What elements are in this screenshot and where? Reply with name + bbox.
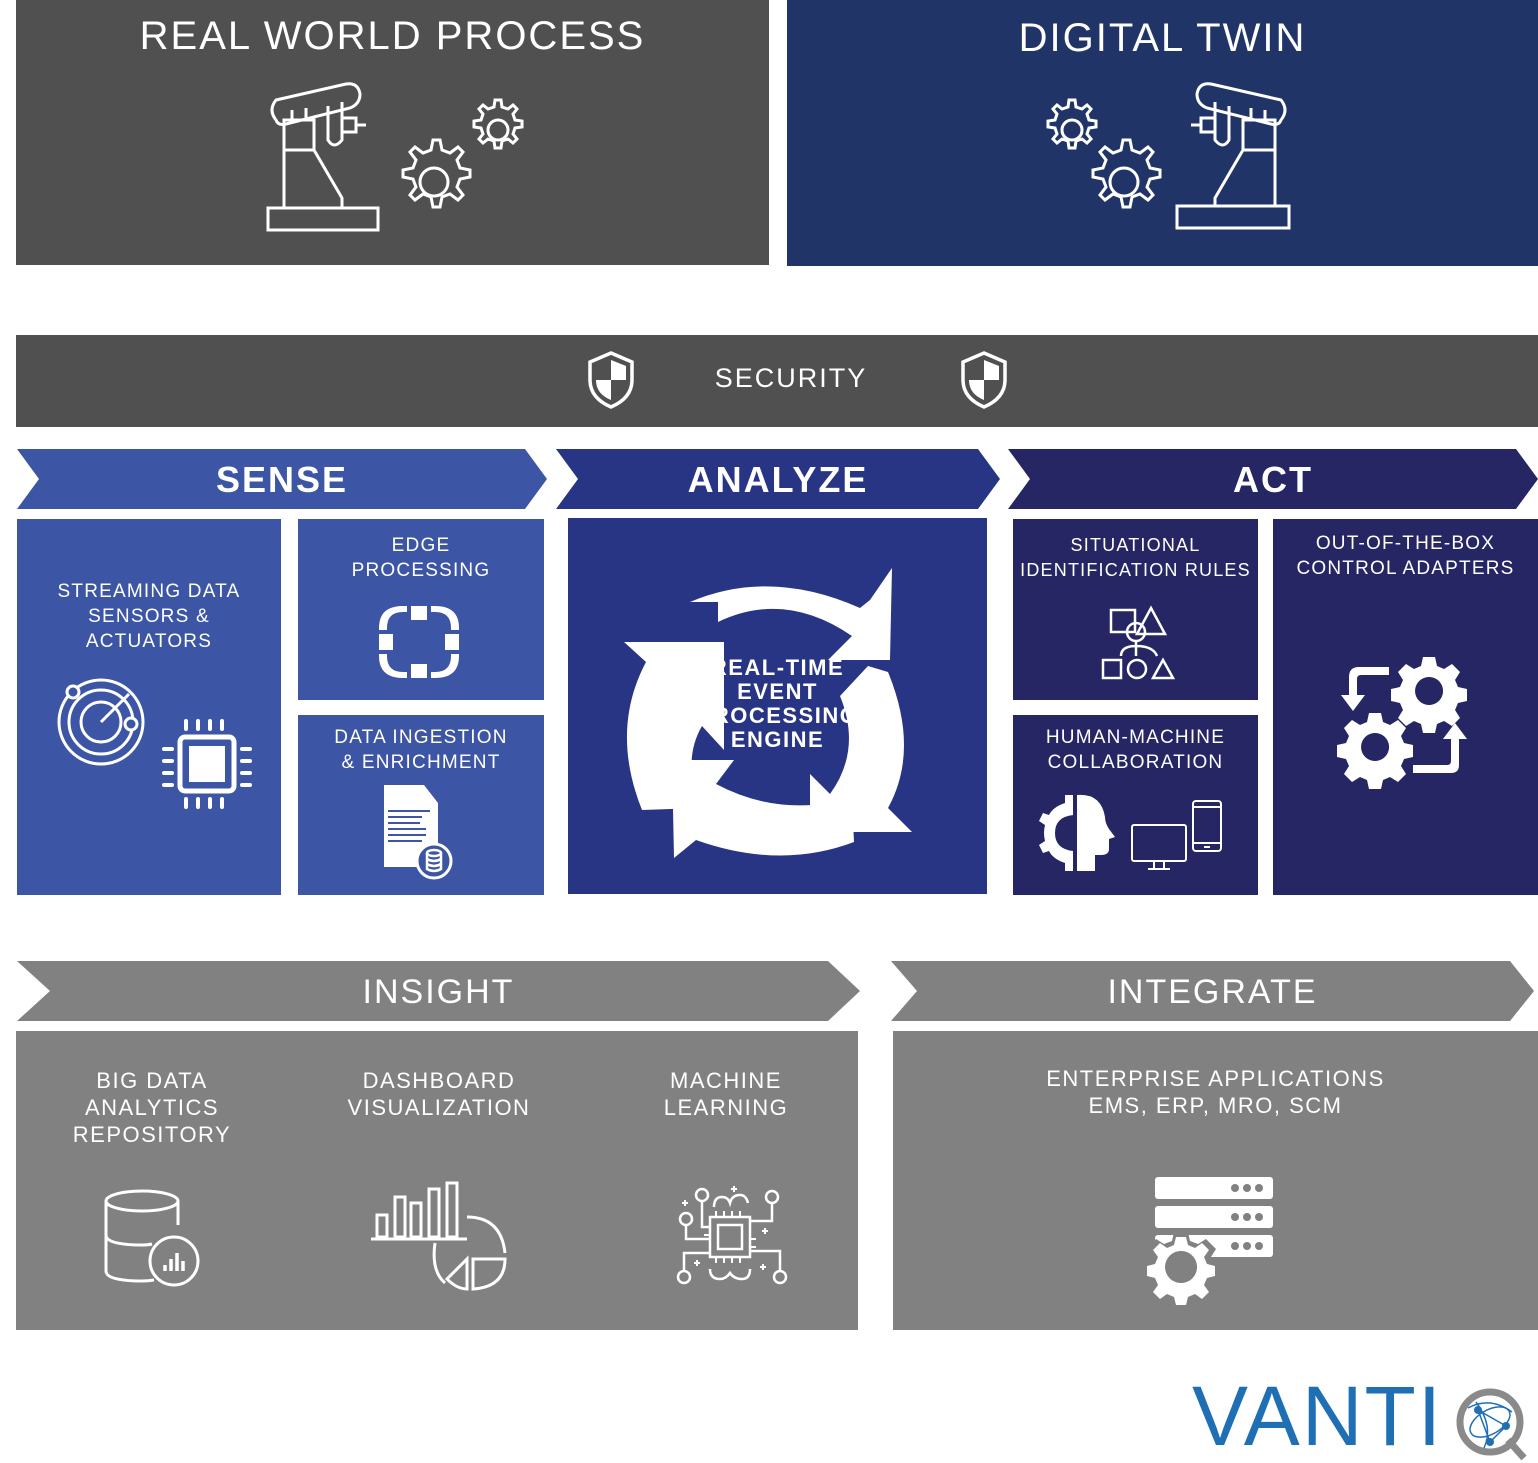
shield-icon xyxy=(961,351,1007,409)
tile-label-line: HUMAN-MACHINE xyxy=(1045,727,1226,748)
integrate-chevron: INTEGRATE xyxy=(891,961,1534,1021)
tile-label-line: & ENRICHMENT xyxy=(341,752,501,773)
real-world-process-panel: REAL WORLD PROCESS xyxy=(16,0,769,265)
tile-label-line: PROCESSING xyxy=(351,560,491,581)
ai-chip-icon xyxy=(676,1186,788,1285)
tile-label-line: SENSORS & xyxy=(88,606,210,627)
tile-label-line: CONTROL ADAPTERS xyxy=(1296,558,1515,579)
tile-label-line: DATA INGESTION xyxy=(334,727,508,748)
tile-label-line: DASHBOARD xyxy=(362,1068,516,1093)
gears-robot-arm-icon xyxy=(1046,82,1291,230)
tile-label-line: REPOSITORY xyxy=(72,1122,232,1147)
security-bar: SECURITY xyxy=(16,335,1538,427)
tile-label-line: COLLABORATION xyxy=(1047,752,1224,773)
tile-label-line: OUT-OF-THE-BOX xyxy=(1315,533,1496,554)
tile-label-line: BIG DATA xyxy=(96,1068,208,1093)
robot-arm-gears-icon xyxy=(266,82,524,232)
event-processing-engine-tile: REAL-TIME EVENT PROCESSING ENGINE xyxy=(568,518,987,894)
server-gear-icon xyxy=(1139,1177,1273,1316)
sense-chevron: SENSE xyxy=(17,449,547,509)
tile-label-line: EMS, ERP, MRO, SCM xyxy=(1088,1093,1343,1118)
tile-label-line: LEARNING xyxy=(663,1095,789,1120)
data-ingestion-tile: DATA INGESTION & ENRICHMENT xyxy=(298,715,544,895)
analyze-label: ANALYZE xyxy=(687,459,869,500)
act-chevron: ACT xyxy=(1008,449,1538,509)
logo-globe-icon xyxy=(1456,1388,1527,1461)
tile-label-line: IDENTIFICATION RULES xyxy=(1020,560,1251,580)
bar-pie-chart-icon xyxy=(371,1181,507,1291)
digital-twin-panel: DIGITAL TWIN xyxy=(787,0,1538,266)
tile-label-line: STREAMING DATA xyxy=(57,581,241,602)
database-chart-icon xyxy=(104,1189,200,1287)
analyze-chevron: ANALYZE xyxy=(556,449,1000,509)
tile-label-line: ENGINE xyxy=(730,727,825,752)
radar-icon xyxy=(57,678,145,766)
integrate-panel: ENTERPRISE APPLICATIONS EMS, ERP, MRO, S… xyxy=(893,1031,1538,1330)
chip-icon xyxy=(162,719,252,809)
shield-icon xyxy=(588,351,634,409)
shapes-hierarchy-icon xyxy=(1101,605,1176,680)
gears-arrows-icon xyxy=(1337,657,1467,789)
vantiq-logo: VANTI xyxy=(1192,1374,1538,1461)
monitor-icon xyxy=(1131,824,1187,870)
tile-label-line: EDGE xyxy=(391,535,451,556)
tile-label-line: ACTUATORS xyxy=(85,631,213,652)
human-machine-tile: HUMAN-MACHINE COLLABORATION xyxy=(1013,715,1258,895)
security-label: SECURITY xyxy=(714,363,868,393)
tile-label-line: SITUATIONAL xyxy=(1070,535,1201,555)
integrate-label: INTEGRATE xyxy=(1107,973,1318,1011)
edge-frame-icon xyxy=(379,606,459,678)
digital-twin-title: DIGITAL TWIN xyxy=(1018,16,1307,60)
real-world-process-title: REAL WORLD PROCESS xyxy=(139,14,646,58)
document-database-icon xyxy=(384,785,453,880)
sense-label: SENSE xyxy=(215,459,349,500)
tile-label-line: REAL-TIME xyxy=(710,655,845,680)
gear-head-icon xyxy=(1039,794,1115,871)
edge-processing-tile: EDGE PROCESSING xyxy=(298,519,544,700)
streaming-data-tile: STREAMING DATA SENSORS & ACTUATORS xyxy=(17,519,281,895)
control-adapters-tile: OUT-OF-THE-BOX CONTROL ADAPTERS xyxy=(1273,519,1538,895)
act-label: ACT xyxy=(1233,459,1313,500)
tile-label-line: PROCESSING xyxy=(696,703,859,728)
tile-label-line: VISUALIZATION xyxy=(347,1095,531,1120)
logo-text: VANTI xyxy=(1192,1369,1444,1463)
situational-rules-tile: SITUATIONAL IDENTIFICATION RULES xyxy=(1013,519,1258,700)
insight-panel: BIG DATA ANALYTICS REPOSITORY DASHBOARD … xyxy=(16,1031,858,1330)
smartphone-icon xyxy=(1192,800,1222,852)
insight-label: INSIGHT xyxy=(362,973,515,1011)
tile-label-line: MACHINE xyxy=(670,1068,782,1093)
tile-label-line: ANALYTICS xyxy=(84,1095,220,1120)
insight-chevron: INSIGHT xyxy=(17,961,860,1021)
tile-label-line: EVENT xyxy=(737,679,818,704)
tile-label-line: ENTERPRISE APPLICATIONS xyxy=(1046,1066,1385,1091)
